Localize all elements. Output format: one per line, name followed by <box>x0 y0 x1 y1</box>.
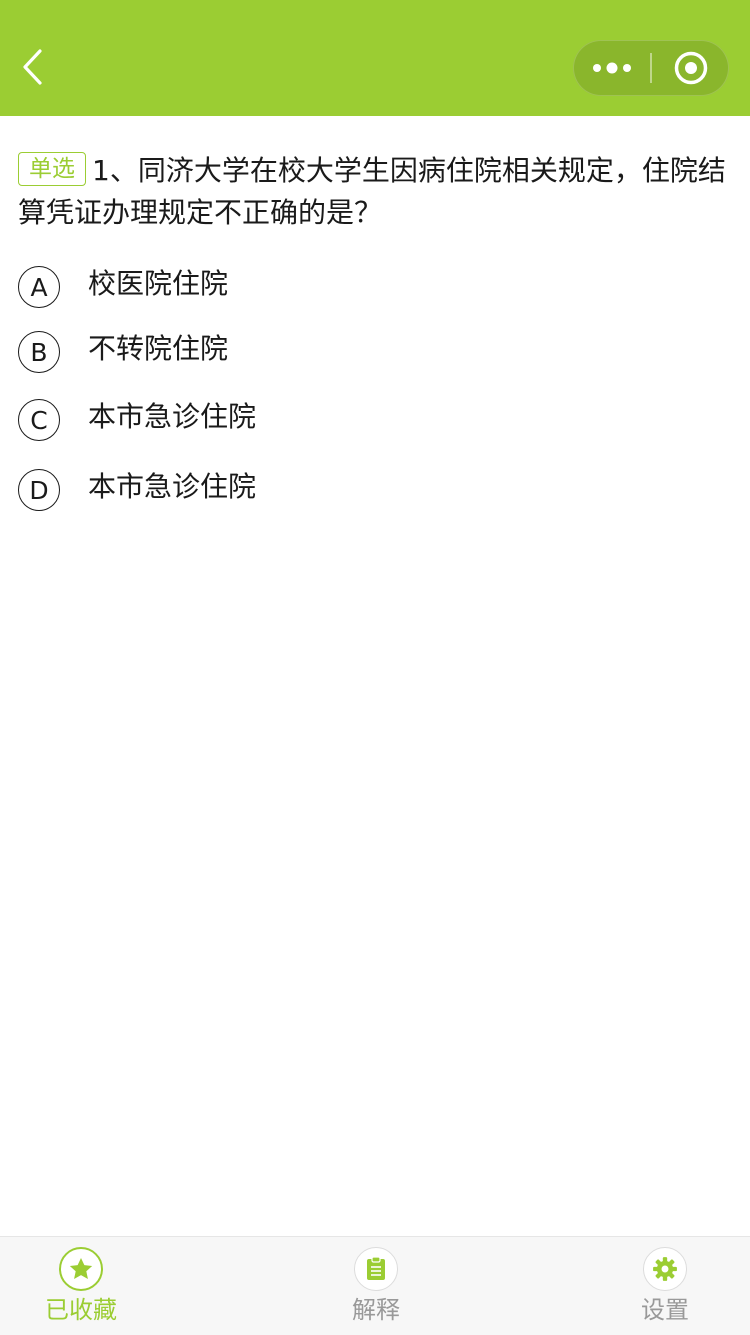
option-letter-circle: B <box>18 331 60 373</box>
top-navigation-bar <box>0 0 750 116</box>
option-text: 校医院住院 <box>88 267 229 300</box>
option-c[interactable]: C 本市急诊住院 <box>18 395 718 445</box>
tab-settings[interactable]: 设置 <box>590 1237 740 1335</box>
target-circle-icon <box>674 51 707 85</box>
explain-icon-wrap <box>354 1247 398 1291</box>
star-icon <box>69 1257 93 1279</box>
question-stem: 单选 1、同济大学在校大学生因病住院相关规定，住院结算凭证办理规定不正确的是？ <box>18 150 738 234</box>
gear-icon <box>653 1257 677 1281</box>
question-type-tag: 单选 <box>18 152 86 186</box>
question-text: 1、同济大学在校大学生因病住院相关规定，住院结算凭证办理规定不正确的是？ <box>18 154 726 229</box>
more-dots-icon <box>592 62 631 74</box>
settings-icon-wrap <box>643 1247 687 1291</box>
option-text: 不转院住院 <box>88 332 229 365</box>
option-letter-circle: C <box>18 399 60 441</box>
bottom-tab-bar: 已收藏 解释 设置 <box>0 1236 750 1335</box>
option-letter-circle: D <box>18 469 60 511</box>
tab-favorite[interactable]: 已收藏 <box>6 1237 156 1335</box>
option-d[interactable]: D 本市急诊住院 <box>18 465 718 515</box>
tab-explain[interactable]: 解释 <box>301 1237 451 1335</box>
back-button[interactable] <box>14 46 50 88</box>
mini-program-capsule <box>573 40 729 96</box>
option-letter-circle: A <box>18 266 60 308</box>
tab-favorite-label: 已收藏 <box>45 1296 117 1324</box>
option-a[interactable]: A 校医院住院 <box>18 262 718 312</box>
option-b[interactable]: B 不转院住院 <box>18 327 718 377</box>
tab-settings-label: 设置 <box>641 1296 689 1324</box>
option-text: 本市急诊住院 <box>88 470 257 503</box>
chevron-left-icon <box>23 49 42 85</box>
option-text: 本市急诊住院 <box>88 400 257 433</box>
favorite-icon-wrap <box>59 1247 103 1291</box>
more-menu-button[interactable] <box>573 40 650 96</box>
close-mini-program-button[interactable] <box>652 40 729 96</box>
tab-explain-label: 解释 <box>352 1296 400 1324</box>
clipboard-icon <box>367 1256 385 1280</box>
